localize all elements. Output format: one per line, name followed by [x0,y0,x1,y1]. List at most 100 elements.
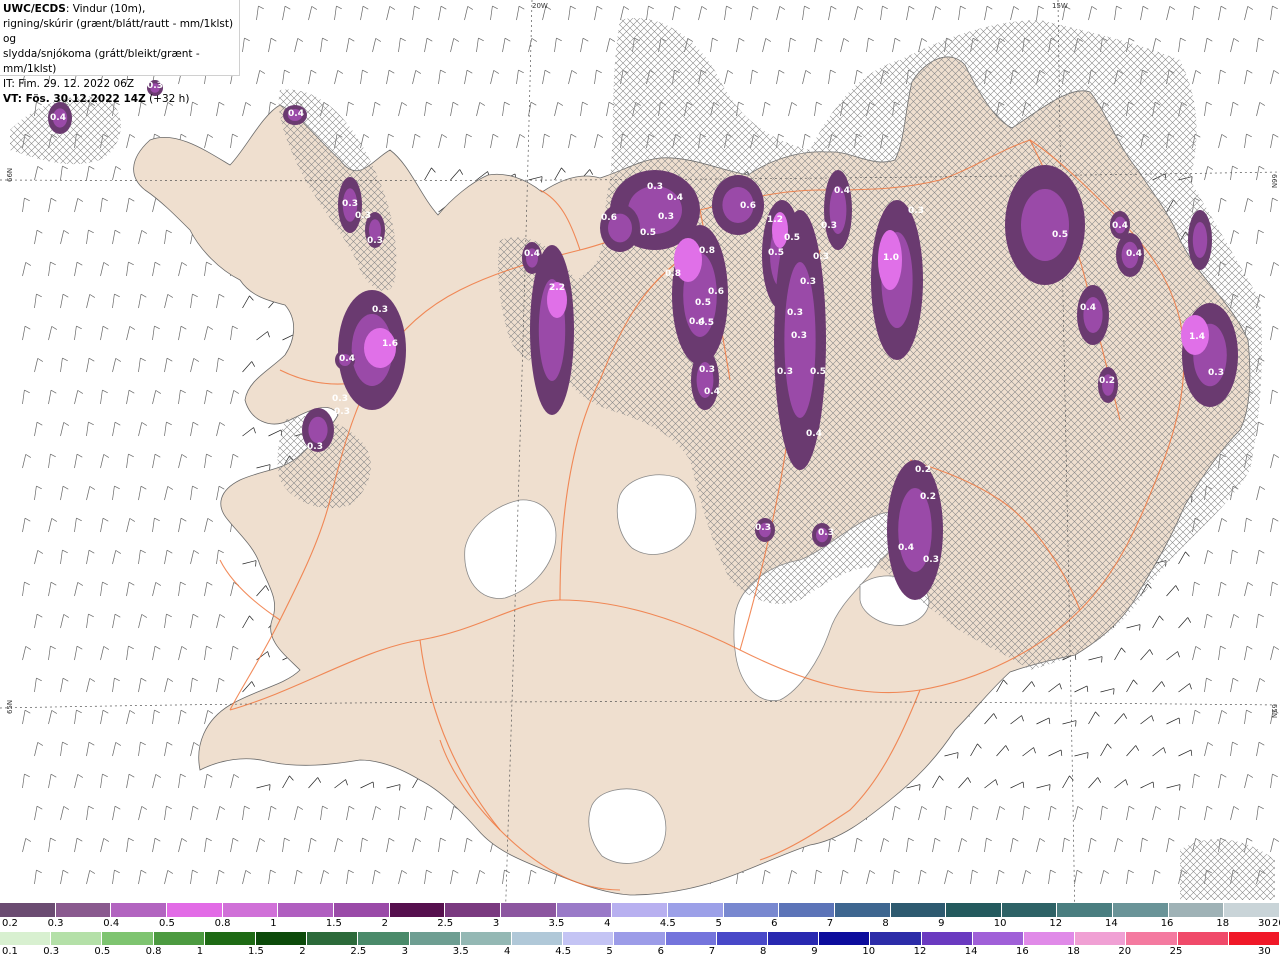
precip-value-label: 0.4 [689,317,705,327]
legend-swatch-11 [563,932,615,946]
legend-label-6: 2 [299,946,306,957]
legend-swatch-4 [222,903,279,917]
legend-label-6: 1.5 [325,918,342,929]
legend-rain-colorbar [0,932,1280,946]
precip-value-label: 0.3 [699,365,715,375]
legend-label-10: 3.5 [548,918,565,929]
lat-label-65n-left: 65N [6,700,14,714]
legend-swatch-21 [1075,932,1127,946]
legend-label-17: 9 [938,918,945,929]
legend-label-7: 2.5 [350,946,367,957]
precip-value-label: 0.5 [784,233,800,243]
precip-value-label: 0.4 [1080,303,1096,313]
legend-swatch-17 [870,932,922,946]
lat-label-66n-right: 66N [1270,174,1278,188]
forecast-map: 0.4 0.4 0.3 0.3 0.3 0.3 0.4 0.3 1.6 0.3 0.3 0.3 0.4 2… [0,0,1280,928]
precip-value-label: 0.3 [908,206,924,216]
legend-swatch-16 [890,903,947,917]
legend-label-1: 0.3 [47,918,64,929]
legend-label-7: 2 [381,918,388,929]
legend-swatch-2 [102,932,154,946]
legend-swatch-18 [1001,903,1058,917]
legend-swatch-8 [409,932,461,946]
legend-swatch-6 [333,903,390,917]
legend-swatch-5 [278,903,334,917]
legend-label-8: 2.5 [437,918,454,929]
legend-swatch-15 [768,932,820,946]
precip-value-label: 0.5 [1052,230,1068,240]
legend-label-4: 0.8 [214,918,231,929]
legend-label-2: 0.5 [94,946,111,957]
legend-swatch-13 [665,932,717,946]
precip-value-label: 0.8 [699,246,715,256]
precip-value-label: 0.2 [920,492,936,502]
legend-swatch-1 [51,932,103,946]
info-valid-suffix: (+32 h) [145,93,190,105]
precip-value-label: 0.3 [367,236,383,246]
legend-swatch-7 [389,903,446,917]
precip-value-label: 0.4 [288,109,304,119]
legend-swatch-11 [612,903,668,917]
precip-value-label: 1.4 [1189,332,1205,342]
precip-value-label: 0.3 [332,394,348,404]
legend-label-22: 18 [1216,918,1230,929]
legend-swatch-7 [358,932,410,946]
legend-label-9: 3.5 [452,946,469,957]
precip-value-label: 0.5 [810,367,826,377]
info-line-2: rigning/skúrir (grænt/blátt/rautt - mm/1… [3,18,234,45]
legend-label-19: 14 [964,946,978,957]
precip-value-label: 0.4 [667,193,683,203]
legend-rain-labels: 0.1 0.3 0.5 0.8 1 1.5 2 2.5 3 3.5 4 4.5 5 6 7 8 9 10 12 14 1… [0,945,1280,960]
info-source: UWC/ECDS [3,3,66,15]
precip-value-label: 0.3 [800,277,816,287]
precip-value-label: 1.0 [883,253,899,263]
legend-swatch-16 [819,932,871,946]
precip-value-label: 0.2 [915,465,931,475]
legend-swatch-14 [779,903,835,917]
info-valid-prefix: VT: Fös. 30.12.2022 14Z [3,93,146,105]
legend-swatch-20 [1113,903,1169,917]
legend-swatch-2 [111,903,167,917]
legend-label-18: 12 [913,946,927,957]
legend-label-8: 3 [401,946,408,957]
legend-label-3: 0.5 [158,918,175,929]
precip-value-label: 0.3 [777,367,793,377]
legend-label-9: 3 [492,918,500,929]
precip-value-label: 0.3 [658,212,674,222]
precip-value-label: 0.8 [665,269,681,279]
legend-label-21: 16 [1160,918,1174,929]
precip-value-label: 0.2 [1099,376,1115,386]
legend-swatch-12 [614,932,666,946]
precip-value-label: 0.4 [524,249,540,259]
precip-value-label: 0.3 [334,407,350,417]
legend-swatch-0 [0,903,56,917]
legend-label-17: 10 [862,946,876,957]
legend-swatch-8 [445,903,501,917]
precip-value-label: 0.6 [601,213,617,223]
legend-label-0: 0.2 [2,918,18,929]
legend-swatch-15 [834,903,891,917]
legend-label-1: 0.3 [43,946,60,957]
legend-swatch-22 [1224,903,1280,917]
lat-label-65n-right: 65N [1270,704,1278,718]
legend-swatch-9 [460,932,513,946]
info-line-1-rest: : Vindur (10m), [65,3,146,15]
info-line-3: slydda/snjókoma (grátt/bleikt/grænt - mm… [3,48,200,75]
precip-value-label: 0.6 [708,287,724,297]
precip-value-label: 0.3 [923,555,939,565]
legend-swatch-17 [946,903,1002,917]
precip-value-label: 0.3 [355,211,371,221]
precip-value-label: 0.3 [813,252,829,262]
legend-label-22: 20 [1118,946,1132,957]
info-init-time: IT: Fim. 29. 12. 2022 06Z [3,78,135,90]
legend-label-23: 25 [1169,946,1183,957]
lat-label-66n-left: 66N [6,168,14,182]
precip-value-label: 0.3 [787,308,803,318]
legend-swatch-3 [166,903,223,917]
legend-swatch-19 [972,932,1025,946]
legend-swatch-6 [307,932,359,946]
legend-label-4: 1 [196,946,204,957]
legend-label-11: 4.5 [555,946,572,957]
legend-label-12: 5 [606,946,613,957]
legend-label-14: 7 [708,946,716,957]
